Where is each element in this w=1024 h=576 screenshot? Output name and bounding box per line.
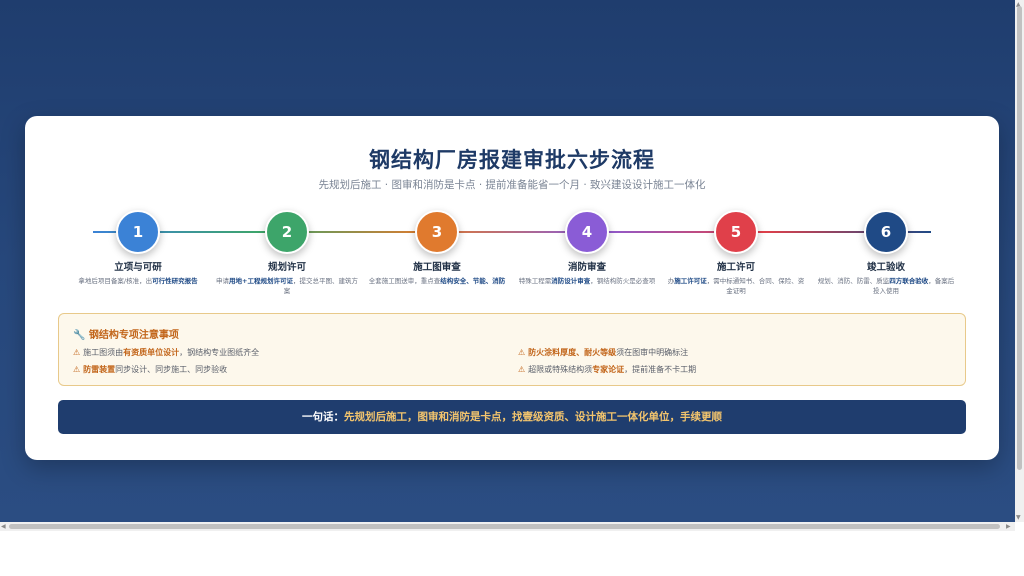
page-viewport: 钢结构厂房报建审批六步流程 先规划后施工 · 图审和消防是卡点 · 提前准备能省… <box>0 0 1015 522</box>
step-number-badge: 6 <box>864 210 908 254</box>
notice-item: ⚠ 施工图须由有资质单位设计，钢结构专业图纸齐全 <box>73 348 260 357</box>
warning-icon: ⚠ <box>518 348 526 357</box>
horizontal-scrollbar[interactable]: ◀ ▶ <box>0 522 1015 531</box>
page-title: 钢结构厂房报建审批六步流程 <box>369 148 655 172</box>
page-subtitle: 先规划后施工 · 图审和消防是卡点 · 提前准备能省一个月 · 致兴建设设计施工… <box>318 179 706 191</box>
warning-icon: ⚠ <box>518 365 526 374</box>
step-description: 特殊工程需消防设计审查，钢结构防火是必查项 <box>518 277 656 285</box>
notice-item: ⚠ 防火涂料厚度、耐火等级须在图审中明确标注 <box>518 348 689 357</box>
step-title: 立项与可研 <box>114 262 162 273</box>
step-title: 竣工验收 <box>866 262 905 273</box>
step-title: 施工许可 <box>716 262 755 273</box>
step-1: 1 立项与可研 拿地后项目备案/核准，出可行性研究报告 <box>63 210 213 286</box>
warning-icon: ⚠ <box>73 365 81 374</box>
step-description: 规划、消防、防雷、质监四方联合验收，备案后投入使用 <box>817 277 955 295</box>
step-description: 拿地后项目备案/核准，出可行性研究报告 <box>78 277 198 285</box>
scroll-down-arrow-icon[interactable]: ▼ <box>1016 513 1021 522</box>
step-title: 消防审查 <box>567 262 606 273</box>
vertical-scroll-thumb[interactable] <box>1017 6 1022 470</box>
step-number-badge: 4 <box>565 210 609 254</box>
warning-icon: ⚠ <box>73 348 81 357</box>
step-6: 6 竣工验收 规划、消防、防雷、质监四方联合验收，备案后投入使用 <box>811 210 961 296</box>
flow-card: 钢结构厂房报建审批六步流程 先规划后施工 · 图审和消防是卡点 · 提前准备能省… <box>25 116 999 460</box>
step-2: 2 规划许可 申请用地+工程规划许可证，提交总平图、建筑方案 <box>212 210 362 296</box>
step-number-badge: 1 <box>116 210 160 254</box>
scroll-left-arrow-icon[interactable]: ◀ <box>1 522 6 531</box>
step-description: 办施工许可证，需中标通知书、合同、保险、资金证明 <box>667 277 805 295</box>
notice-item: ⚠ 防雷装置同步设计、同步施工、同步验收 <box>73 365 228 374</box>
step-3: 3 施工图审查 全套施工图送审，重点查结构安全、节能、消防 <box>362 210 512 286</box>
step-description: 申请用地+工程规划许可证，提交总平图、建筑方案 <box>216 277 358 295</box>
summary-banner: 一句话：先规划后施工，图审和消防是卡点，找壹级资质、设计施工一体化单位，手续更顺 <box>58 400 966 434</box>
step-title: 施工图审查 <box>413 262 461 273</box>
step-number-badge: 2 <box>265 210 309 254</box>
step-number-badge: 5 <box>714 210 758 254</box>
vertical-scrollbar[interactable]: ▲ ▼ <box>1015 0 1024 522</box>
notice-item: ⚠ 超限或特殊结构须专家论证，提前准备不卡工期 <box>518 365 697 374</box>
step-title: 规划许可 <box>267 262 306 273</box>
step-description: 全套施工图送审，重点查结构安全、节能、消防 <box>368 277 506 285</box>
scroll-right-arrow-icon[interactable]: ▶ <box>1006 522 1011 531</box>
banner-text: 先规划后施工，图审和消防是卡点，找壹级资质、设计施工一体化单位，手续更顺 <box>344 411 722 423</box>
banner-prefix: 一句话： <box>302 411 344 423</box>
horizontal-scroll-thumb[interactable] <box>9 524 1000 529</box>
notice-title: 🔧 钢结构专项注意事项 <box>73 330 179 341</box>
special-notice-box: 🔧 钢结构专项注意事项 ⚠ 施工图须由有资质单位设计，钢结构专业图纸齐全 ⚠ 防火涂… <box>58 313 966 386</box>
step-number-badge: 3 <box>415 210 459 254</box>
step-4: 4 消防审查 特殊工程需消防设计审查，钢结构防火是必查项 <box>512 210 662 286</box>
step-5: 5 施工许可 办施工许可证，需中标通知书、合同、保险、资金证明 <box>661 210 811 296</box>
